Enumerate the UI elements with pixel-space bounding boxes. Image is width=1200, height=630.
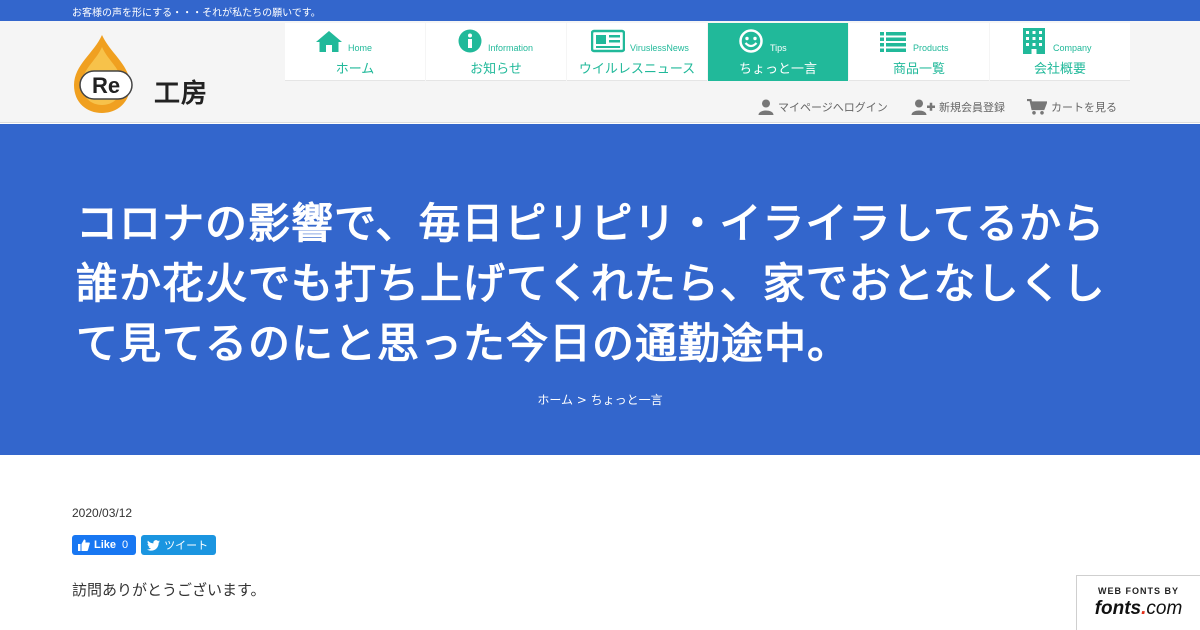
- facebook-like-button[interactable]: Like 0: [72, 535, 137, 555]
- nav-jp-label: ウイルレスニュース: [578, 62, 696, 77]
- like-count: 0: [122, 539, 129, 551]
- newspaper-icon: [591, 29, 625, 53]
- cart-label: カートを見る: [1051, 101, 1117, 114]
- site-tagline: お客様の声を形にする・・・それが私たちの願いです。: [72, 8, 321, 19]
- nav-en-label: Products: [913, 43, 949, 53]
- tweet-label: ツイート: [164, 539, 209, 552]
- breadcrumb-home[interactable]: ホーム: [537, 393, 573, 407]
- nav-item-home[interactable]: Home ホーム: [285, 23, 425, 81]
- breadcrumb: ホーム > ちょっと一言: [0, 391, 1200, 408]
- nav-jp-label: お知らせ: [470, 62, 522, 77]
- home-icon: [316, 31, 342, 52]
- nav-en-label: Home: [348, 43, 373, 53]
- list-icon: [880, 32, 906, 52]
- login-link[interactable]: マイページへログイン: [758, 99, 888, 115]
- nav-en-label: Tips: [770, 43, 787, 53]
- info-icon: [458, 29, 482, 53]
- register-label: 新規会員登録: [939, 101, 1005, 114]
- post-body: 訪問ありがとうございます。: [72, 581, 266, 599]
- fonts-com-badge[interactable]: WEB FONTS BY fonts.com: [1076, 575, 1200, 630]
- like-label: Like: [94, 539, 117, 551]
- tweet-button[interactable]: ツイート: [141, 535, 217, 555]
- breadcrumb-separator: >: [576, 393, 587, 407]
- site-header: Re 工房 Home ホーム Information お知らせ Virusles…: [0, 21, 1200, 123]
- smile-icon: [739, 29, 763, 53]
- logo-mark: Re: [92, 73, 120, 98]
- cart-icon: [1027, 99, 1047, 115]
- nav-item-company[interactable]: Company 会社概要: [990, 23, 1130, 81]
- hero-banner: コロナの影響で、毎日ピリピリ・イライラしてるから誰か花火でも打ち上げてくれたら、…: [0, 124, 1200, 455]
- user-icon: [758, 99, 774, 115]
- nav-jp-label: ホーム: [335, 62, 375, 77]
- nav-en-label: Information: [488, 43, 534, 53]
- top-bar: お客様の声を形にする・・・それが私たちの願いです。: [0, 0, 1200, 21]
- nav-jp-label: 会社概要: [1033, 62, 1086, 77]
- logo-drop-icon: Re: [74, 35, 133, 113]
- nav-item-tips[interactable]: Tips ちょっと一言: [708, 23, 848, 81]
- post-date: 2020/03/12: [72, 506, 133, 520]
- site-logo[interactable]: Re 工房: [72, 33, 207, 115]
- logo-name: 工房: [154, 79, 209, 109]
- user-plus-icon: [911, 99, 935, 115]
- nav-item-virusless-news[interactable]: ViruslessNews ウイルレスニュース: [567, 23, 707, 81]
- thumbs-up-icon: [78, 539, 90, 551]
- nav-item-information[interactable]: Information お知らせ: [426, 23, 566, 81]
- nav-item-products[interactable]: Products 商品一覧: [849, 23, 989, 81]
- nav-jp-label: ちょっと一言: [738, 62, 817, 77]
- login-label: マイページへログイン: [778, 101, 888, 114]
- nav-jp-label: 商品一覧: [892, 62, 945, 77]
- share-buttons: Like 0 ツイート: [72, 535, 217, 555]
- twitter-bird-icon: [147, 539, 161, 551]
- badge-brand-main: fonts: [1094, 598, 1142, 619]
- badge-caption: WEB FONTS BY: [1098, 586, 1179, 596]
- register-link[interactable]: 新規会員登録: [911, 99, 1005, 115]
- main-nav: Home ホーム Information お知らせ ViruslessNews …: [285, 23, 1131, 81]
- nav-en-label: Company: [1053, 43, 1092, 53]
- page-title: コロナの影響で、毎日ピリピリ・イライラしてるから誰か花火でも打ち上げてくれたら、…: [76, 199, 1106, 368]
- badge-brand: fonts.com: [1077, 598, 1200, 620]
- badge-brand-tld: com: [1146, 598, 1183, 619]
- nav-en-label: ViruslessNews: [630, 43, 689, 53]
- cart-link[interactable]: カートを見る: [1027, 99, 1117, 115]
- building-icon: [1023, 28, 1045, 54]
- breadcrumb-current: ちょっと一言: [590, 393, 663, 407]
